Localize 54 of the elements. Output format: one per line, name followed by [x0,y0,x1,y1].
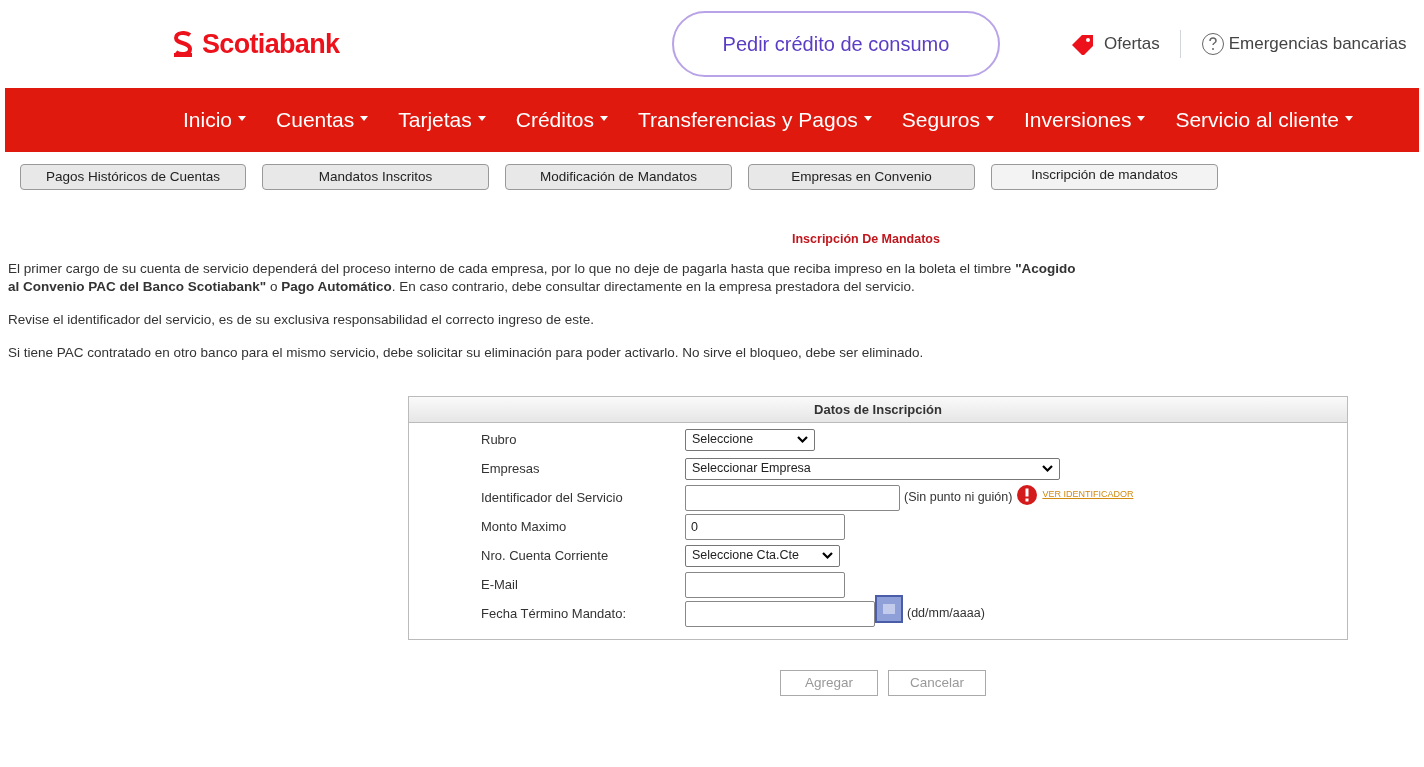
input-field[interactable] [685,484,900,511]
subtab[interactable]: Modificación de Mandatos [505,164,732,190]
subtab[interactable]: Mandatos Inscritos [262,164,489,190]
chevron-icon [1042,464,1053,473]
field-label: Empresas [481,460,541,478]
offers-link[interactable]: Ofertas [1104,31,1160,57]
subtab[interactable]: Pagos Históricos de Cuentas [20,164,246,190]
input-field[interactable] [685,600,875,627]
input-field[interactable]: 0 [685,513,845,540]
help-icon [1200,32,1225,56]
info-paragraph: Revise el identificador del servicio, es de su exclusiva responsabilidad el correcto ingreso de este. [8,310,596,329]
nav-item[interactable]: Inicio [183,104,247,136]
page-title: Inscripción De Mandatos [792,231,941,248]
logo-icon [172,31,194,57]
chevron-icon [822,551,833,560]
nav-item[interactable]: Créditos [515,104,608,136]
form-title: Datos de Inscripción [409,396,1347,423]
nav-item[interactable]: Transferencias y Pagos [638,104,872,136]
subtab[interactable]: Empresas en Convenio [748,164,975,190]
logo-text: Scotiabank [202,27,340,61]
nav-item[interactable]: Servicio al cliente [1175,104,1353,136]
info-paragraph: El primer cargo de su cuenta de servicio dependerá del proceso interno de cada empresa, por lo que no deje de pagarla hasta que reciba impreso en la boleta el timbre "Acogido al Convenio PAC del Banco Scotiabank" o Pago Automático. En caso contrario, debe consultar directamente en la empresa prestadora del servicio. [8,259,1077,296]
cta-button[interactable]: Pedir crédito de consumo [672,11,1000,77]
select-field[interactable]: Seleccionar Empresa [685,457,1060,480]
chevron-icon [797,435,808,444]
info-paragraph: Si tiene PAC contratado en otro banco para el mismo servicio, debe solicitar su eliminación para poder activarlo. No sirve el bloqueo, debe ser eliminado. [8,343,925,362]
caret-icon [863,116,872,122]
select-field[interactable]: Seleccione Cta.Cte [685,544,840,567]
field-label: Fecha Término Mandato: [481,605,627,623]
subtab[interactable]: Inscripción de mandatos [991,164,1218,190]
caret-icon [360,116,369,122]
caret-icon [477,116,486,122]
field-hint: (Sin punto ni guión) [904,489,1013,507]
tag-icon [1070,33,1096,55]
field-label: Rubro [481,431,518,449]
nav-item[interactable]: Seguros [901,104,995,136]
caret-icon [600,116,608,122]
field-label: Monto Maximo [481,518,568,536]
nav-item[interactable]: Inversiones [1024,104,1146,136]
caret-icon [238,116,247,122]
nav-item[interactable]: Tarjetas [398,104,486,136]
input-field[interactable] [685,571,845,598]
emergency-link[interactable]: Emergencias bancarias [1228,31,1407,57]
select-field[interactable]: Seleccione [685,428,815,451]
field-label: E-Mail [481,576,519,594]
field-hint: (dd/mm/aaaa) [907,605,985,623]
field-label: Nro. Cuenta Corriente [481,547,610,565]
field-label: Identificador del Servicio [481,489,624,507]
calendar-icon[interactable] [875,594,903,623]
caret-icon [1344,116,1353,122]
caret-icon [986,116,995,122]
caret-icon [1137,116,1146,122]
nav-item[interactable]: Cuentas [276,104,369,136]
alert-icon [1016,483,1039,506]
